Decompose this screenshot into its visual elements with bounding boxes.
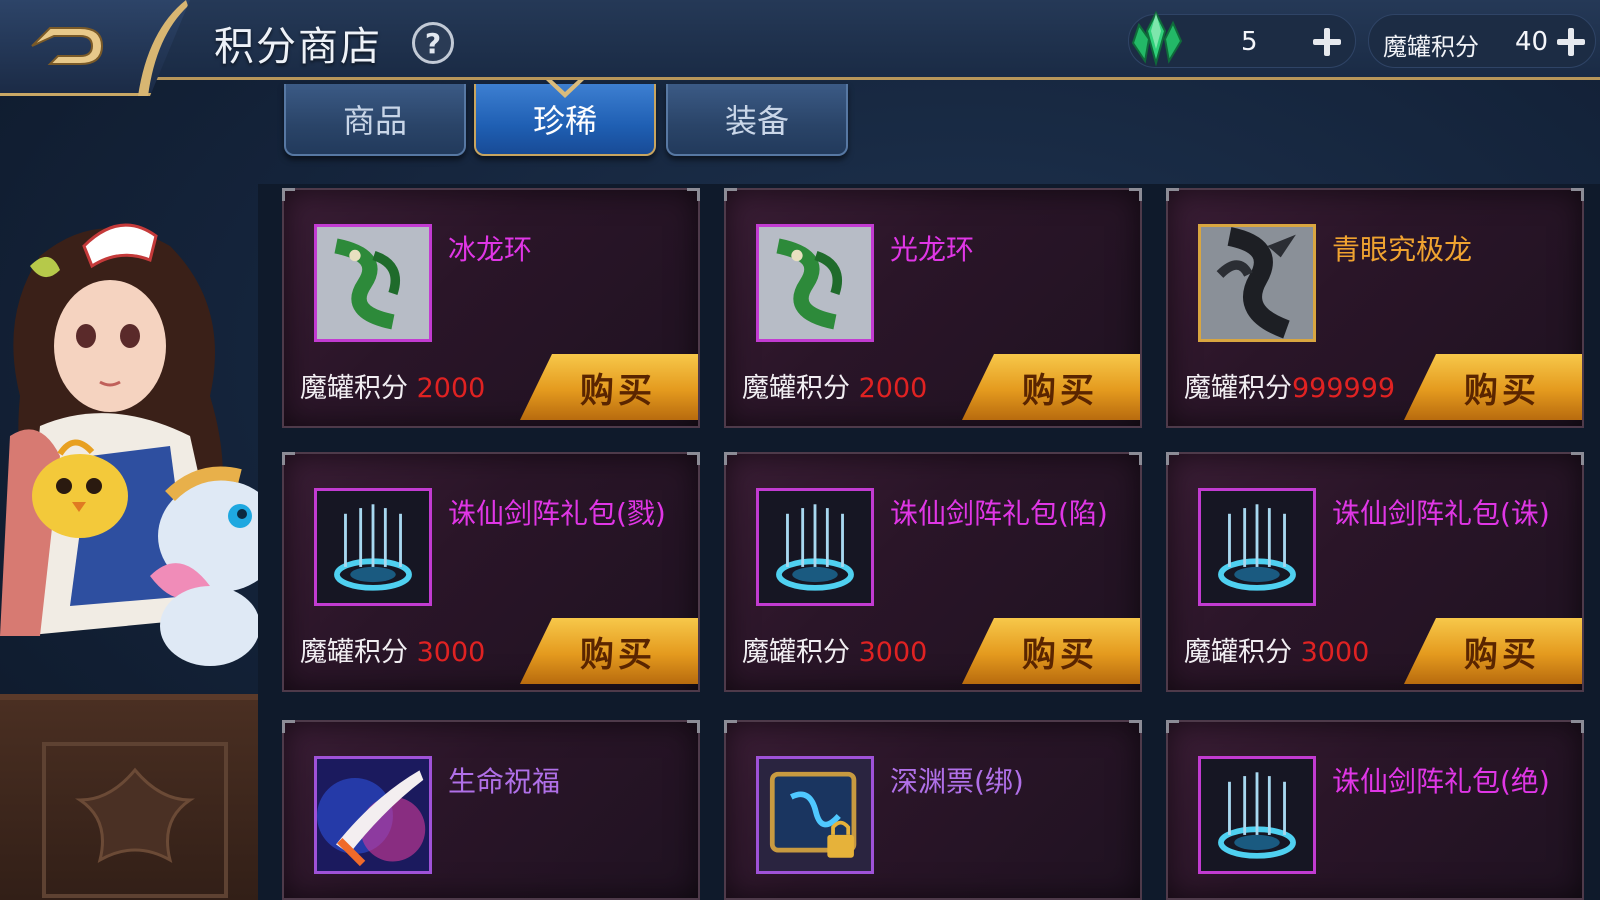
sword-array-icon: [756, 488, 874, 606]
item-name: 诛仙剑阵礼包(陷): [890, 497, 1108, 530]
green-dragon-icon: [314, 224, 432, 342]
gem-currency: 5: [1128, 10, 1356, 68]
price: 魔罐积分999999: [1184, 373, 1396, 404]
buy-button[interactable]: 购买: [962, 354, 1140, 420]
question-icon: ?: [424, 26, 442, 60]
sword-array-icon: [1198, 756, 1316, 874]
gem-count: 5: [1241, 27, 1258, 57]
active-tab-indicator-icon: [546, 80, 584, 98]
ornament-icon: [42, 742, 228, 898]
item-card: 诛仙剑阵礼包(绝): [1166, 720, 1584, 900]
black-dragon-icon: [1198, 224, 1316, 342]
points-currency: 魔罐积分 40: [1368, 14, 1596, 68]
buy-button[interactable]: 购买: [1404, 618, 1582, 684]
tab-goods[interactable]: 商品: [284, 84, 466, 156]
gold-swoosh-ornament: [138, 0, 188, 96]
item-name: 生命祝福: [448, 765, 561, 798]
back-arrow-icon: [31, 27, 104, 65]
price: 魔罐积分 3000: [300, 637, 486, 668]
crystal-icon: [1131, 10, 1183, 67]
add-gem-button[interactable]: [1309, 24, 1345, 60]
page-title: 积分商店: [214, 24, 382, 70]
blessing-hand-icon: [314, 756, 432, 874]
item-name: 深渊票(绑): [890, 765, 1024, 798]
sword-array-icon: [1198, 488, 1316, 606]
item-card: 青眼究极龙 魔罐积分999999 购买: [1166, 188, 1584, 428]
tab-equipment[interactable]: 装备: [666, 84, 848, 156]
item-name: 青眼究极龙: [1332, 233, 1473, 266]
green-dragon-icon: [756, 224, 874, 342]
top-bar: 积分商店 ? 5 魔罐积分 40: [0, 0, 1600, 96]
item-card: 深渊票(绑): [724, 720, 1142, 900]
item-card: 冰龙环 魔罐积分 2000 购买: [282, 188, 700, 428]
buy-button[interactable]: 购买: [520, 354, 698, 420]
price: 魔罐积分 2000: [300, 373, 486, 404]
buy-button[interactable]: 购买: [962, 618, 1140, 684]
price: 魔罐积分 3000: [1184, 637, 1370, 668]
buy-button[interactable]: 购买: [1404, 354, 1582, 420]
price: 魔罐积分 2000: [742, 373, 928, 404]
item-name: 冰龙环: [448, 233, 533, 266]
item-name: 诛仙剑阵礼包(诛): [1332, 497, 1550, 530]
shopkeeper-character: [0, 223, 300, 666]
points-count: 40: [1515, 27, 1549, 57]
item-card: 诛仙剑阵礼包(戮) 魔罐积分 3000 购买: [282, 452, 700, 692]
item-card: 光龙环 魔罐积分 2000 购买: [724, 188, 1142, 428]
add-points-button[interactable]: [1553, 24, 1589, 60]
sword-array-icon: [314, 488, 432, 606]
abyss-ticket-icon: [756, 756, 874, 874]
price: 魔罐积分 3000: [742, 637, 928, 668]
buy-button[interactable]: 购买: [520, 618, 698, 684]
item-name: 诛仙剑阵礼包(绝): [1332, 765, 1550, 798]
item-card: 诛仙剑阵礼包(诛) 魔罐积分 3000 购买: [1166, 452, 1584, 692]
item-name: 光龙环: [890, 233, 975, 266]
item-name: 诛仙剑阵礼包(戮): [448, 497, 666, 530]
wooden-pedestal: [0, 694, 270, 900]
back-button[interactable]: [0, 0, 190, 96]
help-button[interactable]: ?: [412, 22, 454, 64]
item-card: 诛仙剑阵礼包(陷) 魔罐积分 3000 购买: [724, 452, 1142, 692]
points-label: 魔罐积分: [1383, 33, 1479, 61]
item-card: 生命祝福: [282, 720, 700, 900]
